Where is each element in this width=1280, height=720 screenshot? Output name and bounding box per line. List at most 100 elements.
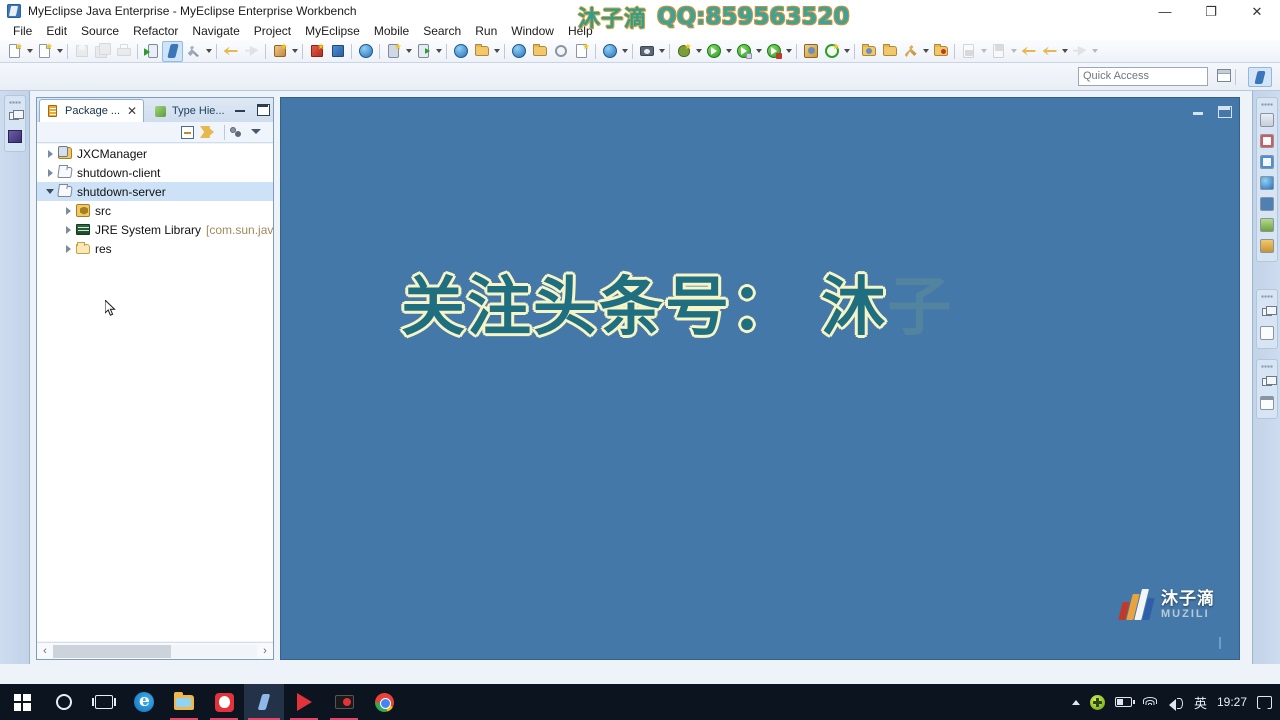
maximize-editor-button[interactable] [1217,104,1232,118]
console-rail-button[interactable] [1258,195,1276,213]
open-browser-button[interactable] [508,41,529,62]
export-red-button[interactable] [306,41,327,62]
deploy-app-button[interactable] [471,41,492,62]
run-deploy-button[interactable] [141,41,162,62]
run-dropdown-arrow[interactable] [724,41,733,62]
perspective-myeclipse-button[interactable] [1248,67,1272,87]
new-wizard-dropdown-arrow[interactable] [25,41,34,62]
focus-on-active-task-button[interactable] [228,124,245,141]
new-package-button[interactable] [269,41,290,62]
scroll-left-icon[interactable]: ‹ [37,643,53,659]
edge-button[interactable] [124,684,164,720]
back-button[interactable] [1018,41,1039,62]
cortana-search-button[interactable] [44,684,84,720]
new-package-dropdown-arrow[interactable] [290,41,299,62]
outline-rail-button[interactable] [1258,111,1276,129]
view-menu-button[interactable] [251,129,261,134]
tab-package-explorer[interactable]: Package ... ✕ [39,99,145,122]
run-external-dropdown-arrow[interactable] [754,41,763,62]
run-external-button[interactable] [733,41,754,62]
show-hidden-icons-button[interactable] [1071,699,1080,705]
debug-button[interactable] [673,41,694,62]
open-folder-button[interactable] [529,41,550,62]
minimize-window-button[interactable]: — [1142,0,1188,22]
tasks-rail-button[interactable] [1258,153,1276,171]
menu-item-refactor[interactable]: Refactor [126,23,185,39]
taskbar-clock[interactable]: 19:27 [1217,695,1247,709]
myeclipse-tools-button[interactable] [162,40,183,62]
tab-type-hierarchy[interactable]: Type Hie... [147,99,231,122]
chrome-button[interactable] [364,684,404,720]
snapshot-button[interactable] [636,41,657,62]
volume-tray-icon[interactable] [1168,696,1184,711]
maximize-window-button[interactable]: ❐ [1188,0,1234,22]
minimize-view-button[interactable] [233,102,247,116]
menu-item-run[interactable]: Run [468,23,504,39]
hscroll-thumb[interactable] [53,644,172,658]
new-class-wizard-button[interactable] [800,41,821,62]
qq-button[interactable] [204,684,244,720]
scroll-right-icon[interactable]: › [257,643,273,659]
task-view-button[interactable] [84,684,124,720]
restore-right-button[interactable] [1258,303,1277,321]
run-button[interactable] [703,41,724,62]
security-tray-icon[interactable] [1089,694,1105,710]
package-explorer-tree[interactable]: JXCManager shutdown-client shutdown-server… [37,144,273,641]
collapse-all-button[interactable] [179,124,196,141]
menu-item-navigate[interactable]: Navigate [185,23,246,39]
outline-view-button[interactable] [1258,324,1276,342]
rail-drag-handle[interactable] [1257,293,1277,300]
debug-dropdown-arrow[interactable] [694,41,703,62]
open-resource-button[interactable] [879,41,900,62]
chevron-right-icon[interactable] [61,239,75,258]
servers-rail-button[interactable] [1258,174,1276,192]
new-server-button[interactable] [383,41,404,62]
run-server-dropdown-arrow[interactable] [784,41,793,62]
rail-drag-handle[interactable] [5,99,25,106]
tree-item-shutdown-client[interactable]: shutdown-client [37,163,273,182]
menu-item-search[interactable]: Search [416,23,468,39]
start-button[interactable] [0,684,44,720]
tree-item-shutdown-server[interactable]: shutdown-server [37,182,273,201]
menu-item-project[interactable]: Project [247,23,298,39]
snippets-rail-button[interactable] [1258,237,1276,255]
close-window-button[interactable]: ✕ [1234,0,1280,22]
open-server-dropdown-arrow[interactable] [434,41,443,62]
chevron-right-icon[interactable] [61,201,75,220]
tree-item-src[interactable]: src [37,201,273,220]
restore-view-button[interactable] [6,108,24,126]
import-blue-button[interactable] [327,41,348,62]
menu-item-file[interactable]: File [6,23,39,39]
chevron-right-icon[interactable] [43,163,57,182]
menu-item-mobile[interactable]: Mobile [367,23,416,39]
quick-access-input[interactable]: Quick Access [1078,67,1208,86]
rail-drag-handle[interactable] [1257,101,1277,108]
snapshot-dropdown-arrow[interactable] [657,41,666,62]
forward-history-dropdown-arrow[interactable] [1060,41,1069,62]
menu-item-help[interactable]: Help [561,23,600,39]
forward-history-button[interactable] [1039,41,1060,62]
screen-recorder-button[interactable] [324,684,364,720]
problems-rail-button[interactable] [1258,132,1276,150]
deploy-app-dropdown-arrow[interactable] [492,41,501,62]
menu-item-window[interactable]: Window [504,23,561,39]
hscroll-track[interactable] [53,644,257,658]
package-explorer-hscrollbar[interactable]: ‹ › [37,642,273,659]
tree-item-jre-system-library[interactable]: JRE System Library [com.sun.jav [37,220,273,239]
action-center-button[interactable] [1257,695,1272,713]
build-button[interactable] [183,41,204,62]
new-wizard-button[interactable] [4,41,25,62]
chevron-down-icon[interactable] [43,182,57,201]
new-server-dropdown-arrow[interactable] [404,41,413,62]
chevron-right-icon[interactable] [61,220,75,239]
menu-item-edit[interactable]: Edit [39,23,74,39]
search-resource-dropdown-arrow[interactable] [921,41,930,62]
properties-rail-button[interactable] [1258,216,1276,234]
chevron-right-icon[interactable] [43,144,57,163]
menu-item-myeclipse[interactable]: MyEclipse [298,23,367,39]
file-explorer-button[interactable] [164,684,204,720]
tree-item-jxcmanager[interactable]: JXCManager [37,144,273,163]
close-icon[interactable]: ✕ [127,105,137,117]
rail-drag-handle[interactable] [1257,363,1277,370]
web-browser-button[interactable] [599,41,620,62]
